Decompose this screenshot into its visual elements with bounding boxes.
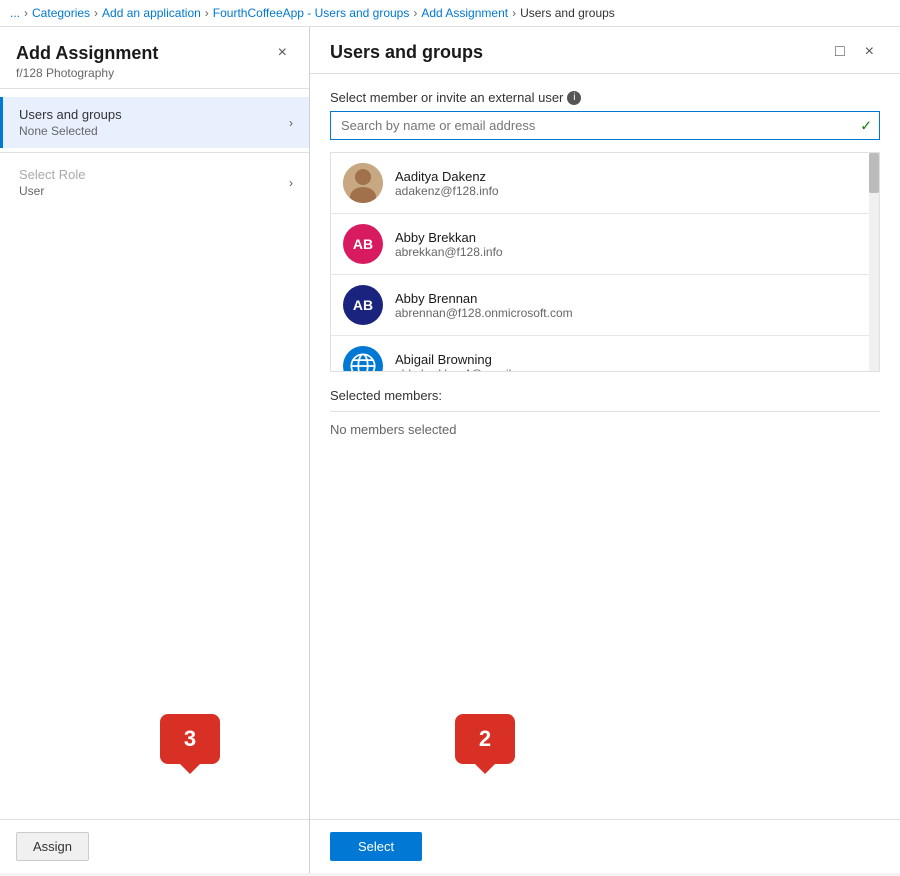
avatar: AB bbox=[343, 224, 383, 264]
user-email: abrennan@f128.onmicrosoft.com bbox=[395, 306, 573, 320]
breadcrumb-add-application[interactable]: Add an application bbox=[102, 6, 201, 20]
breadcrumb-add-assignment[interactable]: Add Assignment bbox=[421, 6, 508, 20]
annotation-3: 3 bbox=[160, 714, 220, 764]
list-item[interactable]: Abigail Browning abbybrekkan4@gmail.com bbox=[331, 336, 879, 372]
user-name: Abby Brennan bbox=[395, 291, 573, 306]
right-panel-footer: Select bbox=[310, 819, 900, 873]
select-button[interactable]: Select bbox=[330, 832, 422, 861]
right-panel-title: Users and groups bbox=[330, 42, 483, 63]
chevron-right-icon: › bbox=[289, 116, 293, 130]
nav-item-select-role[interactable]: Select Role User › bbox=[0, 157, 309, 208]
user-name: Abby Brekkan bbox=[395, 230, 503, 245]
assign-button[interactable]: Assign bbox=[16, 832, 89, 861]
left-panel-subtitle: f/128 Photography bbox=[16, 66, 158, 80]
maximize-button[interactable]: □ bbox=[829, 41, 851, 63]
search-check-icon: ✓ bbox=[860, 117, 872, 134]
user-email: adakenz@f128.info bbox=[395, 184, 499, 198]
right-panel-content: Select member or invite an external user… bbox=[310, 74, 900, 819]
breadcrumb: ... › Categories › Add an application › … bbox=[0, 0, 900, 27]
user-name: Aaditya Dakenz bbox=[395, 169, 499, 184]
avatar bbox=[343, 163, 383, 203]
left-panel-footer: Assign bbox=[0, 819, 309, 873]
user-email: abrekkan@f128.info bbox=[395, 245, 503, 259]
avatar: AB bbox=[343, 285, 383, 325]
list-item[interactable]: Aaditya Dakenz adakenz@f128.info bbox=[331, 153, 879, 214]
no-members-text: No members selected bbox=[330, 422, 880, 437]
scrollbar[interactable] bbox=[869, 153, 879, 371]
right-panel-header: Users and groups □ × bbox=[310, 27, 900, 74]
left-nav: Users and groups None Selected › Select … bbox=[0, 89, 309, 462]
nav-item-users-groups-value: None Selected bbox=[19, 124, 122, 138]
nav-item-users-groups[interactable]: Users and groups None Selected › bbox=[0, 97, 309, 148]
avatar bbox=[343, 346, 383, 372]
user-name: Abigail Browning bbox=[395, 352, 537, 367]
search-input[interactable] bbox=[330, 111, 880, 140]
nav-item-role-label: Select Role bbox=[19, 167, 85, 182]
breadcrumb-dots[interactable]: ... bbox=[10, 6, 20, 20]
user-email: abbybrekkan4@gmail.com bbox=[395, 367, 537, 373]
nav-item-role-value: User bbox=[19, 184, 85, 198]
left-panel: Add Assignment f/128 Photography × Users… bbox=[0, 27, 310, 873]
right-panel: Users and groups □ × Select member or in… bbox=[310, 27, 900, 873]
breadcrumb-current: Users and groups bbox=[520, 6, 615, 20]
breadcrumb-app-users[interactable]: FourthCoffeeApp - Users and groups bbox=[213, 6, 410, 20]
left-panel-title: Add Assignment bbox=[16, 43, 158, 64]
left-panel-close-button[interactable]: × bbox=[272, 43, 293, 63]
nav-item-users-groups-label: Users and groups bbox=[19, 107, 122, 122]
list-item[interactable]: AB Abby Brekkan abrekkan@f128.info bbox=[331, 214, 879, 275]
right-panel-close-button[interactable]: × bbox=[859, 41, 880, 63]
nav-divider bbox=[0, 152, 309, 153]
search-label: Select member or invite an external user… bbox=[330, 90, 880, 105]
breadcrumb-categories[interactable]: Categories bbox=[32, 6, 90, 20]
left-panel-header: Add Assignment f/128 Photography × bbox=[0, 27, 309, 89]
user-list[interactable]: Aaditya Dakenz adakenz@f128.info AB Abby… bbox=[330, 152, 880, 372]
list-item[interactable]: AB Abby Brennan abrennan@f128.onmicrosof… bbox=[331, 275, 879, 336]
search-box-wrapper: ✓ bbox=[330, 111, 880, 140]
scrollbar-thumb[interactable] bbox=[869, 153, 879, 193]
info-icon[interactable]: i bbox=[567, 91, 581, 105]
chevron-right-icon-2: › bbox=[289, 176, 293, 190]
selected-members-label: Selected members: bbox=[330, 388, 880, 412]
